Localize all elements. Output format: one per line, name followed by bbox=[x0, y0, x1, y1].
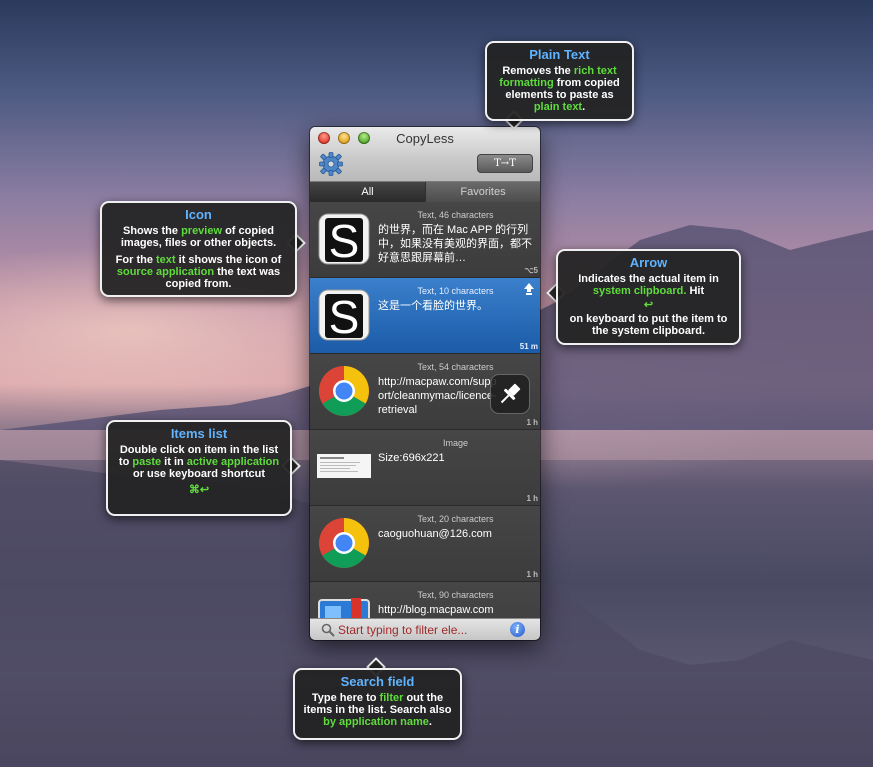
callout-body: on keyboard to put the item to the syste… bbox=[569, 313, 728, 337]
tab-bar: All Favorites bbox=[310, 182, 540, 202]
pin-icon bbox=[500, 383, 521, 404]
item-type: Text, 20 characters bbox=[417, 514, 494, 524]
tab-all[interactable]: All bbox=[310, 182, 425, 202]
pin-button[interactable] bbox=[490, 374, 530, 414]
callout-title: Search field bbox=[340, 674, 415, 689]
plain-text-button[interactable]: T→T bbox=[477, 154, 533, 173]
item-time: 1 h bbox=[526, 494, 538, 503]
item-type: Text, 46 characters bbox=[417, 210, 494, 220]
gear-icon[interactable] bbox=[318, 151, 344, 177]
info-button[interactable]: i bbox=[510, 622, 525, 637]
callout-title: Plain Text bbox=[529, 47, 590, 62]
callout-title: Arrow bbox=[629, 255, 668, 270]
clipboard-arrow-icon bbox=[524, 283, 534, 295]
callout-icon: Icon Shows the preview of copied images,… bbox=[100, 201, 297, 297]
copyless-window: CopyLess T→T All Favorites S Text, 46 ch… bbox=[310, 127, 540, 640]
callout-plain-text: Plain Text Removes the rich text formatt… bbox=[485, 41, 634, 121]
item-type: Text, 10 characters bbox=[417, 286, 494, 296]
item-text: http://blog.macpaw.com bbox=[378, 604, 494, 616]
chrome-icon bbox=[319, 366, 369, 416]
callout-body: Double click on item in the list to past… bbox=[118, 444, 280, 480]
callout-body: Removes the rich text formatting from co… bbox=[499, 65, 620, 113]
callout-body: For the text it shows the icon of source… bbox=[115, 254, 282, 290]
svg-text:S: S bbox=[329, 291, 360, 342]
list-item-selected[interactable]: S Text, 10 characters 这是一个看脸的世界。 51 m bbox=[310, 278, 540, 354]
search-icon bbox=[321, 623, 335, 637]
scrivener-icon: S bbox=[318, 289, 370, 342]
callout-body: Shows the preview of copied images, file… bbox=[120, 225, 277, 249]
search-bar: i bbox=[310, 618, 540, 640]
list-item[interactable]: Text, 90 characters http://blog.macpaw.c… bbox=[310, 582, 540, 618]
callout-body: Indicates the actual item in system clip… bbox=[578, 273, 719, 297]
return-key-glyph: ↩ bbox=[643, 299, 654, 311]
item-text: caoguohuan@126.com bbox=[378, 528, 492, 540]
item-text: 这是一个看脸的世界。 bbox=[378, 300, 488, 312]
list-item[interactable]: S Text, 46 characters 的世界，而在 Mac APP 的行列… bbox=[310, 202, 540, 278]
search-input[interactable] bbox=[338, 622, 498, 637]
chrome-icon bbox=[319, 518, 369, 568]
svg-text:S: S bbox=[329, 215, 360, 266]
window-title: CopyLess bbox=[396, 131, 454, 146]
scrivener-icon: S bbox=[318, 213, 370, 266]
item-type: Text, 54 characters bbox=[417, 362, 494, 372]
item-time: 1 h bbox=[526, 570, 538, 579]
item-text: http://macpaw.com/support/cleanmymac/lic… bbox=[378, 376, 497, 416]
items-list[interactable]: S Text, 46 characters 的世界，而在 Mac APP 的行列… bbox=[310, 202, 540, 618]
callout-arrow: Arrow Indicates the actual item in syste… bbox=[556, 249, 741, 345]
item-text: Size:696x221 bbox=[378, 452, 445, 464]
callout-title: Icon bbox=[185, 207, 212, 222]
item-type: Text, 90 characters bbox=[417, 590, 494, 600]
tab-favorites[interactable]: Favorites bbox=[426, 182, 540, 202]
callout-items-list: Items list Double click on item in the l… bbox=[106, 420, 292, 516]
list-item[interactable]: Text, 54 characters http://macpaw.com/su… bbox=[310, 354, 540, 430]
callout-search-field: Search field Type here to filter out the… bbox=[293, 668, 462, 740]
finder-icon bbox=[318, 598, 370, 618]
list-item[interactable]: Text, 20 characters caoguohuan@126.com 1… bbox=[310, 506, 540, 582]
item-text: 的世界，而在 Mac APP 的行列中，如果没有美观的界面，都不好意思跟屏幕前… bbox=[378, 224, 532, 264]
callout-title: Items list bbox=[170, 426, 228, 441]
title-bar: CopyLess T→T bbox=[310, 127, 540, 182]
shortcut-glyph: ⌘↩ bbox=[188, 484, 210, 496]
image-preview bbox=[317, 454, 371, 478]
list-item[interactable]: Image Size:696x221 1 h bbox=[310, 430, 540, 506]
callout-body: Type here to filter out the items in the… bbox=[303, 692, 452, 728]
item-time: 1 h bbox=[526, 418, 538, 427]
item-time: 51 m bbox=[519, 342, 538, 351]
item-time: ⌥5 bbox=[524, 266, 538, 275]
item-type: Image bbox=[442, 438, 468, 448]
